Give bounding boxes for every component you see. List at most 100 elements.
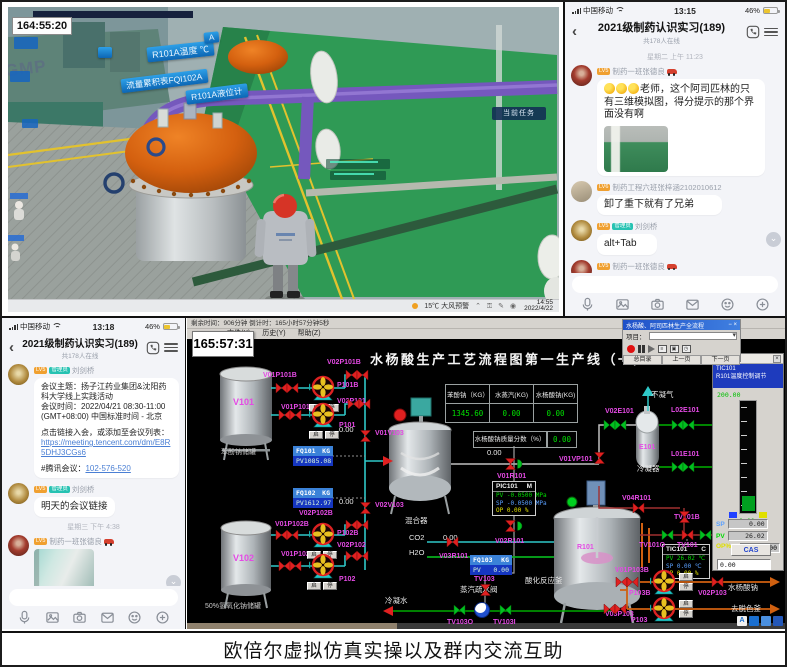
call-icon[interactable] [146,341,160,355]
tab-next-page[interactable]: 下一页 [701,355,740,365]
close-icon[interactable]: × [773,355,781,363]
avatar[interactable] [571,181,592,202]
message-input[interactable] [9,589,178,606]
steam-trap-valve[interactable] [474,602,490,618]
green-valve[interactable] [700,530,711,540]
start-button[interactable]: 启 [307,582,321,590]
mic-icon[interactable] [17,610,32,625]
mail-icon[interactable] [100,610,115,625]
pump[interactable] [650,595,678,623]
message-input[interactable] [572,276,778,293]
avatar[interactable] [571,65,592,86]
setpoint-input[interactable]: 0.00 [717,559,771,570]
plus-icon[interactable] [755,297,770,312]
sim-viewport[interactable]: 164:55:20 R101A温度 ℃ A 流量累积表FQI102A R101A… [8,7,559,312]
sp-marker[interactable] [729,512,737,518]
message-list[interactable]: 星期二 上午 11:23 LV5制药一班张德良 老师，这个阿司匹林的只有三维模拟… [565,49,785,277]
red-valve[interactable] [505,459,523,470]
call-icon[interactable] [746,25,760,39]
windows-taskbar[interactable]: 15℃ 大风预警 ⌃ ⚿ ✎ ◉ 14:552022/4/22 [8,299,559,312]
meeting-id-link[interactable]: 102-576-520 [85,464,130,473]
green-valve[interactable] [672,462,694,472]
message-list[interactable]: LV5管理员刘剑桥 会议主题：扬子江药业集团&沈阳药科大学线上实践活动 会议时间… [2,364,185,604]
red-valve[interactable] [682,530,693,540]
back-button[interactable]: ‹ [9,342,14,354]
camera-icon[interactable] [650,297,665,312]
red-valve[interactable] [604,604,626,614]
fq103-totalizer[interactable]: FQ103KG PV0.00 [470,555,512,575]
red-valve[interactable] [348,399,370,409]
red-valve[interactable] [276,383,298,393]
tank-v101[interactable] [220,367,272,460]
tank-v102[interactable] [221,521,271,608]
project-dropdown[interactable] [649,332,738,340]
red-valve[interactable] [360,503,370,514]
red-valve[interactable] [594,453,604,464]
pump[interactable] [309,552,337,580]
pic101-controller[interactable]: PIC101M PV -0.0500 MPa SP -0.0500 MPa OP… [492,481,536,516]
mic-icon[interactable] [580,297,595,312]
stop-button[interactable]: 停 [323,582,337,590]
green-valve[interactable] [662,530,673,540]
message-bubble[interactable]: 明天的会议链接 [34,497,115,517]
stop-button[interactable]: 停 [679,610,693,618]
avatar[interactable] [8,535,29,556]
message-bubble[interactable]: 老师，这个阿司匹林的只有三维模拟图，得分提示的那个界面没有啊 [597,79,765,176]
cas-mode-button[interactable]: CAS [731,544,771,556]
red-valve[interactable] [480,585,490,596]
pump[interactable] [650,568,678,596]
start-button[interactable]: 启 [309,431,323,439]
red-valve[interactable] [505,521,523,532]
sim-3d-scene[interactable] [8,7,559,310]
menu-icon[interactable] [764,25,778,39]
red-valve[interactable] [279,561,301,571]
red-valve[interactable] [679,512,689,523]
ime-tray-icons[interactable]: A [737,616,783,626]
play-button[interactable] [648,345,655,353]
scroll-to-bottom-button[interactable]: ⌄ [766,232,781,247]
red-valve[interactable] [279,410,301,420]
message-bubble[interactable]: alt+Tab [597,234,657,255]
list-button[interactable]: ≡ [658,345,667,353]
record-button[interactable] [627,345,635,353]
red-valve[interactable] [346,370,368,380]
image-attachment[interactable] [604,126,668,172]
meeting-link[interactable]: https://meeting.tencent.com/dm/E8R5DHJ3C… [41,438,172,458]
green-valve[interactable] [672,420,694,430]
image-icon[interactable] [45,610,60,625]
menu-icon[interactable] [164,341,178,355]
pump[interactable] [309,401,337,429]
red-valve[interactable] [346,520,368,530]
red-valve[interactable] [276,530,298,540]
green-valve[interactable] [604,420,626,430]
red-valve[interactable] [360,431,370,442]
stop-button[interactable]: 停 [679,583,693,591]
pump[interactable] [309,521,337,549]
image-icon[interactable] [615,297,630,312]
condenser-e101[interactable] [636,406,659,468]
mail-icon[interactable] [685,297,700,312]
green-valve[interactable] [500,605,511,615]
meeting-invite-bubble[interactable]: 会议主题：扬子江药业集团&沈阳药科大学线上实践活动 会议时间：2022/04/2… [34,378,179,478]
red-valve[interactable] [616,577,638,587]
fq101-totalizer[interactable]: FQ101KG PV1085.08 [293,446,333,466]
back-button[interactable]: ‹ [572,26,577,38]
stop-button[interactable]: 停 [325,431,339,439]
system-tray-icons[interactable]: ⌃ ⚿ ✎ ◉ [475,302,518,311]
red-valve[interactable] [712,577,723,587]
clock-button[interactable]: ◷ [682,345,691,353]
start-button[interactable]: 启 [679,573,693,581]
window-controls[interactable]: − × [728,322,737,328]
red-valve[interactable] [633,503,644,513]
avatar[interactable] [571,220,592,241]
bar-slider[interactable] [742,496,755,511]
snapshot-button[interactable]: ▣ [670,345,679,353]
start-button[interactable]: 启 [679,600,693,608]
level-bar[interactable] [739,400,757,514]
green-valve[interactable] [454,605,465,615]
fq102-totalizer[interactable]: FQ102KG PV1612.97 [293,488,333,508]
current-task-button[interactable]: 当前任务 [492,107,546,120]
camera-icon[interactable] [72,610,87,625]
tab-catalog[interactable]: 总目录 [623,355,662,365]
mixer-vessel[interactable] [389,398,451,514]
